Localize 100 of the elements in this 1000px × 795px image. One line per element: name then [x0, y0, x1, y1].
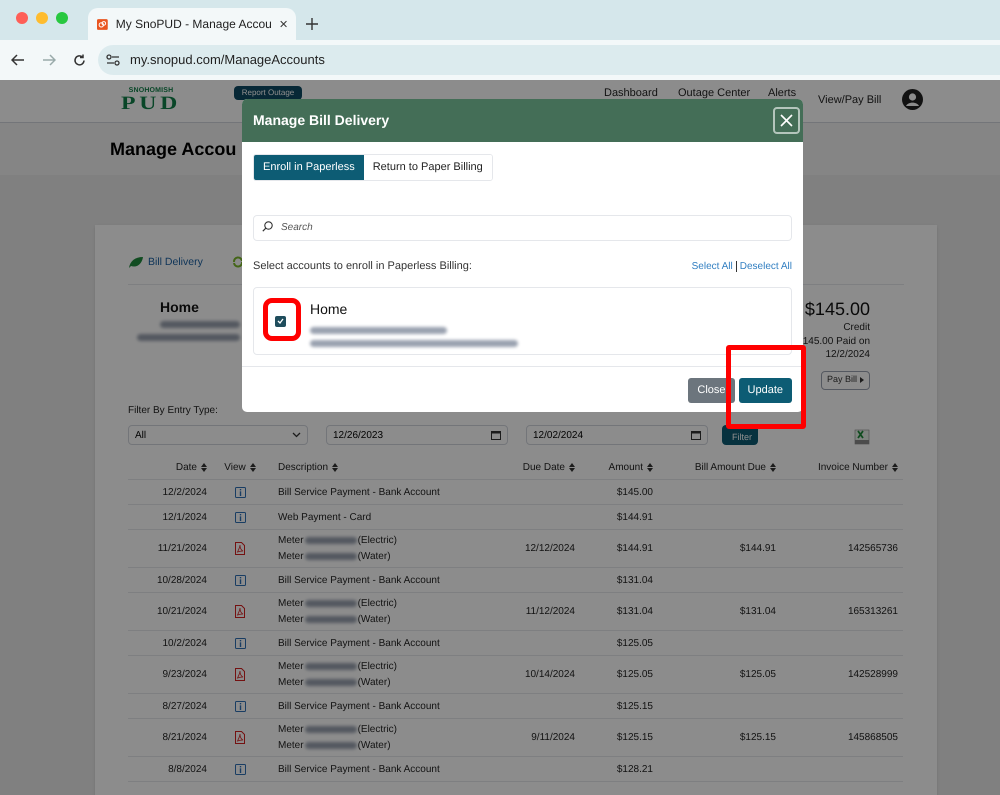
- column-header[interactable]: Date: [176, 460, 197, 474]
- table-cell-text: $128.21: [616, 762, 653, 776]
- sort-icon[interactable]: [647, 462, 653, 472]
- from-date-field[interactable]: 12/26/2023: [326, 425, 508, 445]
- browser-tab[interactable]: My SnoPUD - Manage Accou: [88, 8, 296, 40]
- meter-label: Meter: [278, 550, 304, 564]
- highlight-frame: [263, 298, 301, 341]
- table-cell-text: 145868505: [848, 731, 898, 745]
- table-cell-text: 10/21/2024: [156, 605, 207, 619]
- pdf-icon[interactable]: [235, 731, 245, 744]
- bill-delivery-tab[interactable]: Bill Delivery: [148, 255, 203, 271]
- check-icon: [277, 318, 284, 324]
- close-button[interactable]: [773, 107, 800, 134]
- deselect-all-link[interactable]: Deselect All: [740, 258, 792, 274]
- segment-tab[interactable]: Enroll in Paperless: [254, 155, 364, 180]
- info-icon[interactable]: [234, 638, 246, 648]
- balance-amount: $145.00: [804, 299, 870, 319]
- reload-icon[interactable]: [73, 54, 86, 66]
- sort-icon[interactable]: [569, 462, 575, 472]
- service-label: (Electric): [358, 597, 398, 611]
- table-cell-text: $125.05: [616, 636, 653, 650]
- column-header[interactable]: Due Date: [522, 460, 565, 474]
- table-cell-text: Bill Service Payment - Bank Account: [278, 700, 440, 714]
- pay-bill-button[interactable]: Pay Bill: [820, 370, 870, 390]
- table-cell-text: 12/1/2024: [162, 510, 207, 524]
- meter-label: Meter: [278, 660, 304, 674]
- close-icon[interactable]: [280, 19, 287, 29]
- address-bar[interactable]: my.snopud.com/ManageAccounts: [98, 45, 1000, 75]
- table-cell-text: Web Payment - Card: [278, 510, 372, 524]
- nav-link[interactable]: Alerts: [768, 85, 796, 102]
- sort-icon[interactable]: [770, 462, 776, 472]
- url-text: my.snopud.com/ManageAccounts: [130, 51, 325, 70]
- logo-text: PUD: [120, 94, 182, 113]
- redacted-text: [304, 742, 357, 749]
- redacted-text: [304, 616, 357, 623]
- table-cell-text: $144.91: [616, 542, 653, 556]
- nav-link[interactable]: Outage Center: [678, 85, 750, 102]
- new-tab-icon[interactable]: [306, 18, 318, 30]
- table-cell-text: 11/21/2024: [158, 542, 207, 556]
- info-icon[interactable]: [234, 764, 246, 774]
- column-header[interactable]: Bill Amount Due: [694, 460, 766, 474]
- nav-link[interactable]: View/Pay Bill: [818, 92, 882, 108]
- account-card[interactable]: Home: [253, 286, 792, 354]
- pdf-icon[interactable]: [235, 605, 245, 618]
- table-cell-text: $125.15: [616, 731, 653, 745]
- entry-type-select[interactable]: All: [128, 425, 308, 445]
- report-outage-button[interactable]: Report Outage: [234, 86, 302, 100]
- meter-label: Meter: [278, 739, 304, 753]
- sort-icon[interactable]: [332, 462, 338, 472]
- table-cell-text: 165313261: [848, 605, 898, 619]
- pdf-icon[interactable]: [235, 542, 245, 555]
- tab-title: My SnoPUD - Manage Accou: [116, 16, 272, 33]
- column-header[interactable]: Description: [278, 460, 328, 474]
- sort-icon[interactable]: [250, 462, 256, 472]
- select-all-link[interactable]: Select All: [692, 258, 733, 274]
- search-icon: [262, 221, 273, 232]
- sort-icon[interactable]: [892, 462, 898, 472]
- table-cell-text: 142528999: [848, 668, 898, 682]
- service-label: (Electric): [358, 660, 398, 674]
- balance-status: Credit: [843, 321, 870, 334]
- table-cell-text: 12/2/2024: [162, 486, 207, 500]
- info-icon[interactable]: [234, 700, 246, 712]
- back-icon[interactable]: [11, 54, 25, 66]
- column-header[interactable]: Amount: [608, 460, 643, 474]
- site-settings-icon[interactable]: [106, 54, 120, 66]
- update-button[interactable]: Update: [738, 378, 792, 402]
- calendar-icon[interactable]: [691, 430, 701, 440]
- leaf-icon: [128, 256, 144, 270]
- account-name: Home: [310, 300, 348, 318]
- info-icon[interactable]: [234, 486, 246, 498]
- table-cell-text: Bill Service Payment - Bank Account: [278, 636, 440, 650]
- sort-icon[interactable]: [201, 462, 207, 472]
- meter-label: Meter: [278, 597, 304, 611]
- refresh-icon[interactable]: [232, 256, 244, 268]
- table-cell-text: 10/28/2024: [156, 574, 207, 588]
- filter-label: Filter By Entry Type:: [128, 404, 218, 418]
- spreadsheet-icon[interactable]: [854, 429, 870, 445]
- meter-label: Meter: [278, 534, 304, 548]
- pdf-icon[interactable]: [235, 668, 245, 681]
- to-date-field[interactable]: 12/02/2024: [526, 425, 708, 445]
- page-title: Manage Accou: [110, 138, 236, 161]
- column-header[interactable]: Invoice Number: [818, 460, 888, 474]
- redacted-text: [304, 600, 357, 607]
- table-cell-text: Bill Service Payment - Bank Account: [278, 486, 440, 500]
- column-header[interactable]: View: [224, 460, 246, 474]
- calendar-icon[interactable]: [491, 430, 501, 440]
- service-label: (Water): [358, 739, 391, 753]
- payment-note: 145.00 Paid on: [802, 334, 870, 348]
- table-cell-text: Bill Service Payment - Bank Account: [278, 574, 440, 588]
- search-field[interactable]: Search: [253, 214, 792, 240]
- info-icon[interactable]: [234, 512, 246, 522]
- service-label: (Electric): [358, 534, 398, 548]
- info-icon[interactable]: [234, 574, 246, 586]
- table-cell-text: $131.04: [616, 605, 653, 619]
- table-cell-text: $125.15: [616, 700, 653, 714]
- nav-link[interactable]: Dashboard: [604, 85, 658, 102]
- checkbox[interactable]: [275, 316, 286, 326]
- meter-label: Meter: [278, 676, 304, 690]
- user-avatar-icon[interactable]: [902, 89, 923, 110]
- table-cell-text: $131.04: [740, 605, 776, 619]
